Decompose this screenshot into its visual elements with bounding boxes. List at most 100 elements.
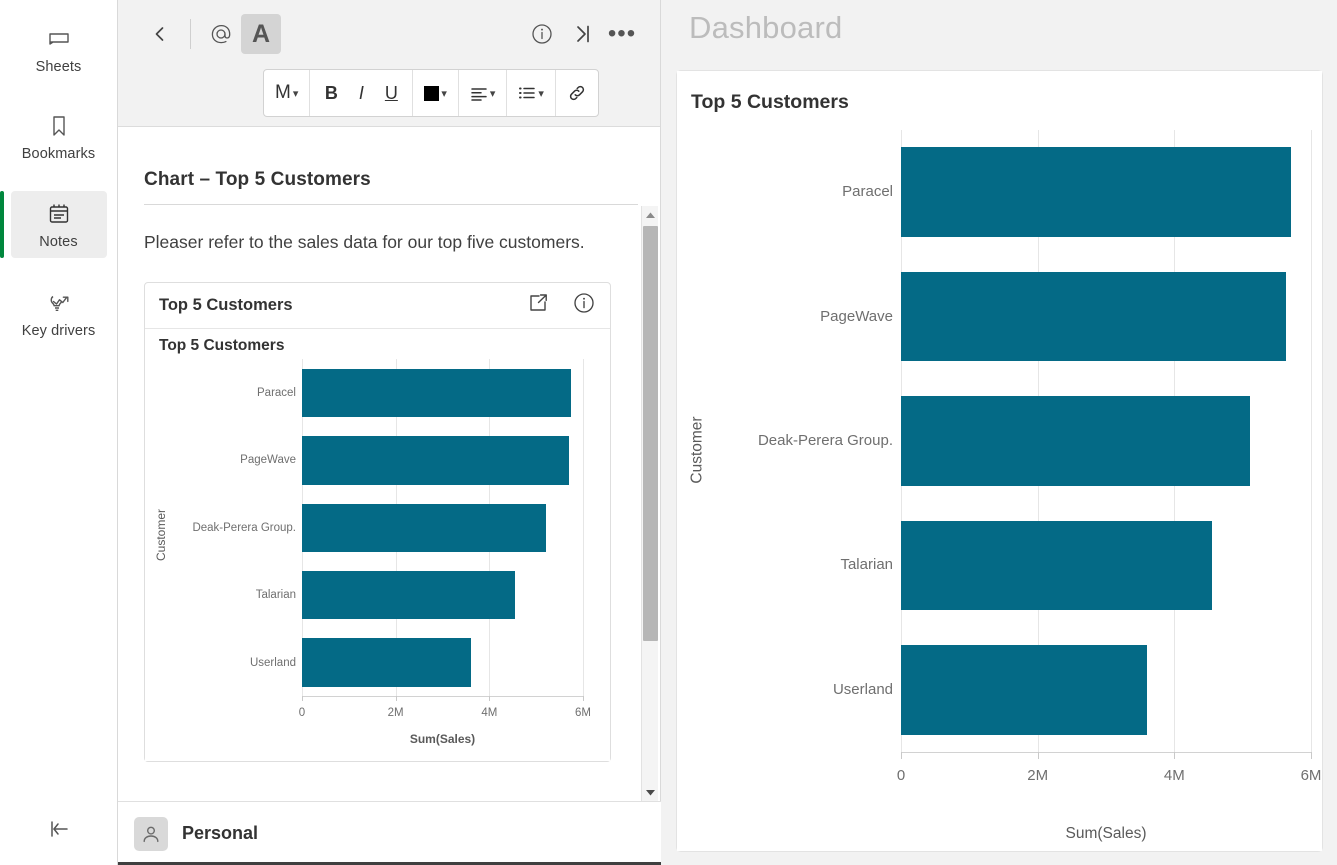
chart-category-label: Talarian	[840, 556, 893, 574]
chart-tick-label: 0	[298, 707, 306, 720]
italic-button[interactable]: I	[346, 70, 376, 116]
chevron-left-icon[interactable]	[140, 14, 180, 54]
text-format-icon[interactable]: A	[241, 14, 281, 54]
underline-button[interactable]: U	[376, 70, 406, 116]
chart-bar[interactable]	[901, 396, 1251, 486]
chart-bar[interactable]	[901, 645, 1147, 735]
text-format-label: A	[251, 19, 271, 48]
chart-tick-mark	[583, 696, 584, 702]
chart-tick-mark	[302, 696, 303, 702]
chart-bar[interactable]	[302, 570, 516, 620]
chart-tick-mark	[901, 752, 902, 759]
note-owner-name: Personal	[182, 823, 259, 843]
dashboard-bar-chart[interactable]: Top 5 Customers Paracel PageWave Deak-Pere…	[677, 71, 1322, 851]
align-group: ▾	[459, 70, 508, 116]
chart-bar[interactable]	[302, 436, 569, 485]
info-circle-icon[interactable]	[572, 291, 596, 320]
text-style-group: B I U	[310, 70, 414, 116]
chart-bar[interactable]	[901, 520, 1212, 611]
chart-tick-label: 4M	[481, 707, 498, 720]
embedded-chart-card[interactable]: Top 5 Customers Top 5 Customers Paracel …	[144, 282, 611, 763]
font-size-select[interactable]: M ▾	[270, 70, 303, 116]
note-scrollbar[interactable]	[641, 206, 658, 801]
chart-x-axis-line	[901, 752, 1311, 753]
chart-category-label: Deak-Perera Group.	[757, 432, 893, 449]
dashboard-chart-card[interactable]: Top 5 Customers Paracel PageWave Deak-Pere…	[676, 70, 1323, 852]
note-body: Chart – Top 5 Customers Pleaser refer to…	[118, 127, 660, 801]
toolbar-divider	[190, 19, 191, 49]
bullet-list-button[interactable]: ▾	[513, 70, 549, 116]
chart-bar[interactable]	[901, 147, 1291, 237]
note-scroll-area[interactable]: Pleaser refer to the sales data for our …	[118, 204, 660, 801]
sidebar-item-key-drivers[interactable]: Key drivers	[11, 280, 107, 347]
chart-bar[interactable]	[302, 503, 546, 553]
chart-tick-label: 4M	[1163, 767, 1185, 784]
chart-title: Top 5 Customers	[159, 337, 285, 355]
chart-category-label: Paracel	[257, 387, 296, 400]
dashboard-panel: Dashboard Top 5 Customers Paracel PageWav…	[661, 0, 1337, 865]
note-title-wrap: Chart – Top 5 Customers	[118, 127, 660, 205]
notes-icon	[46, 201, 72, 227]
expand-right-icon[interactable]	[562, 14, 602, 54]
left-rail: Sheets Bookmarks Notes Key drivers	[0, 0, 118, 865]
sheets-icon	[46, 26, 72, 52]
sidebar-item-notes[interactable]: Notes	[0, 191, 107, 258]
chart-y-axis-title: Customer	[688, 416, 706, 484]
chart-category-label: PageWave	[240, 454, 296, 467]
text-format-toolbar: M ▾ B I U ▾ ▾ ▾	[263, 69, 599, 117]
info-circle-icon[interactable]	[522, 14, 562, 54]
sidebar-item-label: Sheets	[35, 59, 82, 75]
chart-tick-label: 2M	[387, 707, 404, 720]
chevron-down-icon: ▾	[489, 87, 496, 100]
chart-gridline	[583, 359, 584, 697]
key-drivers-icon	[46, 290, 72, 316]
chevron-down-icon: ▾	[292, 87, 299, 100]
chevron-down-icon: ▾	[538, 87, 544, 100]
text-color-group: ▾	[413, 70, 459, 116]
caret-down-icon[interactable]	[642, 784, 659, 801]
sidebar-item-label: Key drivers	[21, 323, 96, 339]
embedded-bar-chart[interactable]: Top 5 Customers Paracel PageWave Deak-Pere…	[145, 329, 610, 762]
note-toolbar: A ••• M ▾ B I U ▾ ▾ ▾	[118, 0, 660, 127]
note-owner-bar: Personal	[118, 801, 661, 865]
chart-x-axis-title: Sum(Sales)	[409, 732, 476, 747]
chart-bar[interactable]	[302, 368, 572, 418]
chart-x-axis-line	[302, 696, 583, 698]
embedded-chart-header-title: Top 5 Customers	[159, 296, 293, 315]
bold-button[interactable]: B	[316, 70, 346, 116]
chart-tick-label: 6M	[1300, 767, 1322, 784]
caret-up-icon[interactable]	[642, 206, 659, 223]
chart-tick-mark	[489, 696, 491, 702]
chart-tick-mark	[1174, 752, 1176, 759]
sidebar-item-sheets[interactable]: Sheets	[11, 16, 107, 83]
user-avatar-icon[interactable]	[134, 816, 168, 851]
chart-tick-mark	[1311, 752, 1312, 759]
chart-category-label: Paracel	[842, 183, 893, 201]
chart-category-label: Deak-Perera Group.	[192, 521, 296, 534]
chart-tick-label: 6M	[575, 707, 591, 720]
sidebar-item-bookmarks[interactable]: Bookmarks	[11, 103, 107, 170]
collapse-left-icon[interactable]	[0, 793, 118, 865]
more-ellipsis-icon[interactable]: •••	[602, 14, 642, 54]
chart-tick-label: 0	[896, 767, 906, 784]
scrollbar-thumb[interactable]	[643, 226, 658, 641]
sidebar-item-label: Notes	[39, 234, 78, 250]
sidebar-item-label: Bookmarks	[21, 146, 96, 162]
chart-tick-mark	[1037, 752, 1039, 759]
link-group	[556, 70, 598, 116]
chart-category-label: Userland	[832, 680, 893, 698]
note-paragraph[interactable]: Pleaser refer to the sales data for our …	[118, 204, 660, 256]
at-mention-icon[interactable]	[201, 14, 241, 54]
chart-bar[interactable]	[901, 271, 1286, 362]
open-external-icon[interactable]	[526, 291, 550, 320]
chart-tick-label: 2M	[1027, 767, 1049, 784]
link-button[interactable]	[562, 70, 592, 116]
color-swatch-icon	[424, 85, 440, 101]
list-group: ▾	[507, 70, 556, 116]
page-title: Dashboard	[689, 10, 843, 45]
chart-bar[interactable]	[302, 638, 471, 687]
text-color-button[interactable]: ▾	[419, 70, 452, 116]
align-left-button[interactable]: ▾	[465, 70, 501, 116]
embedded-chart-actions	[526, 291, 596, 320]
chart-category-label: Userland	[249, 656, 296, 669]
